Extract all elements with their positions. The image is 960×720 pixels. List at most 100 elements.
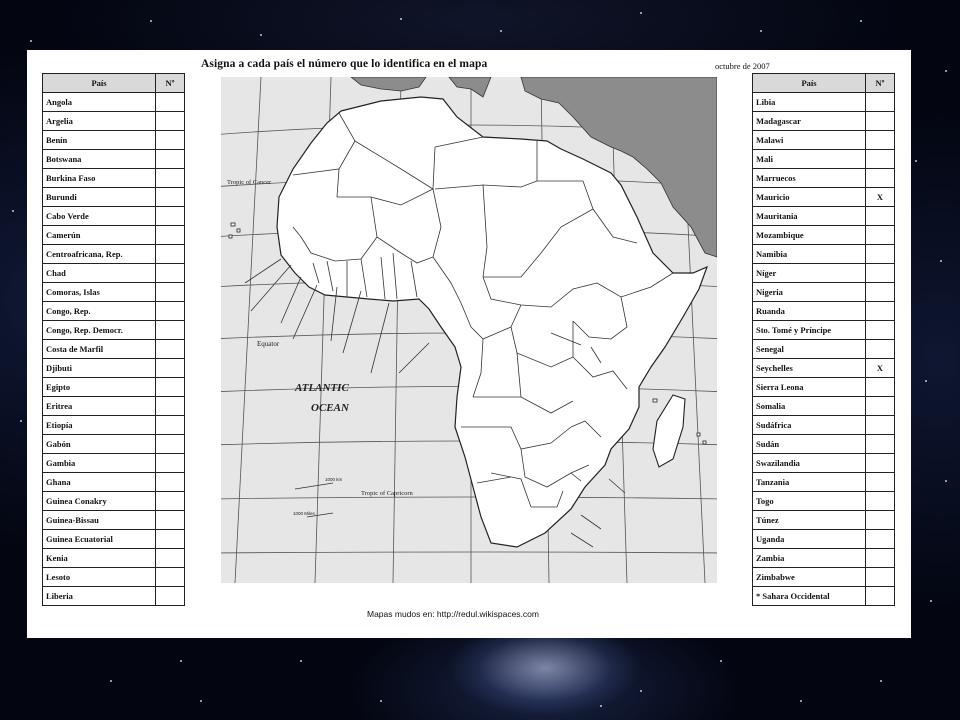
- number-answer-cell[interactable]: [155, 510, 185, 530]
- country-name-cell: Sierra Leona: [752, 377, 866, 397]
- worksheet: Asigna a cada país el número que lo iden…: [27, 50, 911, 638]
- number-answer-cell[interactable]: X: [865, 187, 895, 207]
- number-answer-cell[interactable]: [865, 301, 895, 321]
- africa-map-svg: Tropic of Cancer Equator ATLANTIC OCEAN …: [221, 77, 717, 583]
- number-answer-cell[interactable]: [865, 320, 895, 340]
- number-answer-cell[interactable]: [155, 263, 185, 283]
- table-row: Ruanda: [752, 301, 895, 321]
- number-answer-cell[interactable]: [865, 529, 895, 549]
- table-row: Argelia: [42, 111, 185, 131]
- worksheet-date: octubre de 2007: [715, 61, 770, 71]
- number-answer-cell[interactable]: [865, 111, 895, 131]
- number-answer-cell[interactable]: [865, 415, 895, 435]
- star: [500, 30, 502, 32]
- table-row: Sierra Leona: [752, 377, 895, 397]
- number-answer-cell[interactable]: [865, 434, 895, 454]
- number-answer-cell[interactable]: [865, 491, 895, 511]
- country-name-cell: Guinea-Bissau: [42, 510, 156, 530]
- equator-label: Equator: [257, 340, 280, 348]
- table-row: Uganda: [752, 529, 895, 549]
- number-answer-cell[interactable]: [865, 225, 895, 245]
- number-answer-cell[interactable]: [155, 244, 185, 264]
- number-answer-cell[interactable]: [865, 453, 895, 473]
- table-row: Madagascar: [752, 111, 895, 131]
- number-answer-cell[interactable]: [865, 206, 895, 226]
- country-name-cell: Chad: [42, 263, 156, 283]
- number-answer-cell[interactable]: [865, 282, 895, 302]
- table-row: Etiopía: [42, 415, 185, 435]
- number-answer-cell[interactable]: [155, 111, 185, 131]
- star: [940, 260, 942, 262]
- number-answer-cell[interactable]: [155, 472, 185, 492]
- number-answer-cell[interactable]: [155, 130, 185, 150]
- country-name-cell: Ruanda: [752, 301, 866, 321]
- table-row: Túnez: [752, 510, 895, 530]
- number-answer-cell[interactable]: [155, 434, 185, 454]
- table-row: Burkina Faso: [42, 168, 185, 188]
- number-answer-cell[interactable]: [155, 339, 185, 359]
- number-answer-cell[interactable]: [865, 396, 895, 416]
- number-answer-cell[interactable]: [865, 244, 895, 264]
- right-country-table: País Nº Libia Madagascar Malawi Mali Marruec…: [752, 73, 895, 606]
- number-answer-cell[interactable]: [865, 472, 895, 492]
- number-answer-cell[interactable]: [155, 92, 185, 112]
- left-country-table: País Nº Angola Argelia Benín Botswana Burkin…: [42, 73, 185, 606]
- number-answer-cell[interactable]: [865, 263, 895, 283]
- number-answer-cell[interactable]: [865, 339, 895, 359]
- country-name-cell: Burkina Faso: [42, 168, 156, 188]
- number-answer-cell[interactable]: [865, 586, 895, 606]
- number-answer-cell[interactable]: [865, 548, 895, 568]
- country-name-cell: Congo, Rep. Democr.: [42, 320, 156, 340]
- table-row: Níger: [752, 263, 895, 283]
- number-answer-cell[interactable]: [155, 301, 185, 321]
- table-row: Guinea Ecuatorial: [42, 529, 185, 549]
- star: [200, 700, 202, 702]
- table-row: Angola: [42, 92, 185, 112]
- table-header-row: País Nº: [752, 73, 895, 93]
- number-answer-cell[interactable]: [155, 149, 185, 169]
- number-answer-cell[interactable]: [155, 206, 185, 226]
- country-name-cell: Guinea Ecuatorial: [42, 529, 156, 549]
- number-answer-cell[interactable]: [155, 415, 185, 435]
- table-row: Centroafricana, Rep.: [42, 244, 185, 264]
- country-name-cell: Benín: [42, 130, 156, 150]
- ocean-label-line2: OCEAN: [311, 402, 350, 414]
- table-row: Zambia: [752, 548, 895, 568]
- star: [180, 660, 182, 662]
- number-answer-cell[interactable]: [155, 168, 185, 188]
- number-answer-cell[interactable]: [865, 567, 895, 587]
- number-answer-cell[interactable]: [155, 377, 185, 397]
- number-answer-cell[interactable]: [865, 149, 895, 169]
- number-answer-cell[interactable]: [155, 586, 185, 606]
- number-answer-cell[interactable]: [155, 453, 185, 473]
- country-name-cell: Sto. Tomé y Príncipe: [752, 320, 866, 340]
- number-answer-cell[interactable]: [865, 510, 895, 530]
- number-answer-cell[interactable]: [865, 130, 895, 150]
- number-answer-cell[interactable]: [155, 529, 185, 549]
- number-answer-cell[interactable]: [155, 396, 185, 416]
- table-row: Mozambique: [752, 225, 895, 245]
- number-answer-cell[interactable]: X: [865, 358, 895, 378]
- number-answer-cell[interactable]: [155, 187, 185, 207]
- country-name-cell: Malawi: [752, 130, 866, 150]
- number-answer-cell[interactable]: [865, 168, 895, 188]
- table-row: Lesoto: [42, 567, 185, 587]
- number-answer-cell[interactable]: [865, 92, 895, 112]
- number-answer-cell[interactable]: [155, 320, 185, 340]
- table-row: Chad: [42, 263, 185, 283]
- number-answer-cell[interactable]: [155, 548, 185, 568]
- number-answer-cell[interactable]: [155, 225, 185, 245]
- country-name-cell: Nigeria: [752, 282, 866, 302]
- number-answer-cell[interactable]: [155, 567, 185, 587]
- number-column-header: Nº: [865, 73, 895, 93]
- country-name-cell: Túnez: [752, 510, 866, 530]
- number-answer-cell[interactable]: [155, 282, 185, 302]
- number-answer-cell[interactable]: [155, 358, 185, 378]
- country-name-cell: Swazilandia: [752, 453, 866, 473]
- number-answer-cell[interactable]: [155, 491, 185, 511]
- number-answer-cell[interactable]: [865, 377, 895, 397]
- star: [880, 680, 882, 682]
- country-name-cell: Madagascar: [752, 111, 866, 131]
- table-row: Egipto: [42, 377, 185, 397]
- table-row: Togo: [752, 491, 895, 511]
